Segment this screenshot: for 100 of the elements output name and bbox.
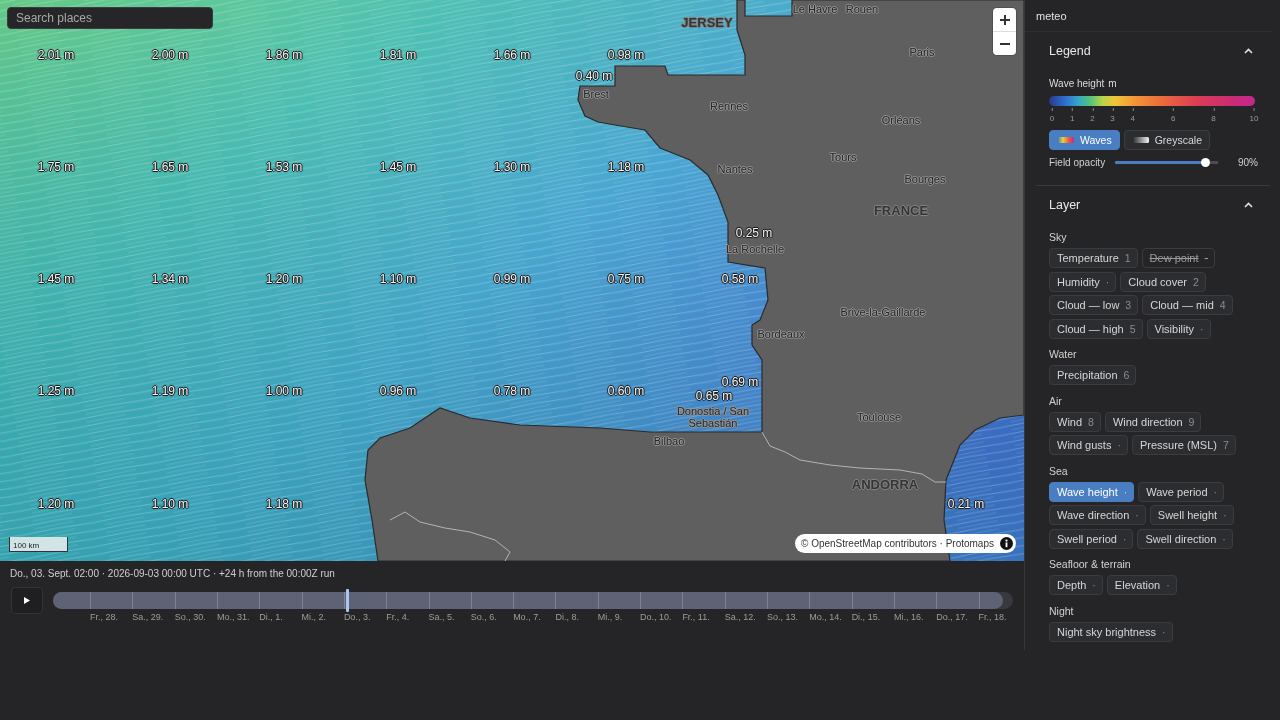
day-label: Fr., 11. [682, 612, 710, 623]
wave-height-label: 0.96 m [379, 385, 417, 399]
layer-chip[interactable]: Temperature 1 [1049, 248, 1138, 268]
day-label: So., 13. [767, 612, 799, 623]
wave-height-label: 0.65 m [695, 390, 733, 404]
wave-height-label: 1.19 m [151, 385, 189, 399]
layer-chip[interactable]: Swell height · [1149, 505, 1234, 525]
day-label: Di., 15. [851, 612, 881, 623]
layer-chip[interactable]: Visibility · [1146, 318, 1211, 339]
shortcut-key: 7 [1222, 439, 1229, 451]
shortcut-key: · [1222, 532, 1226, 545]
layer-chip[interactable]: Wave period · [1138, 481, 1225, 502]
opacity-label: Field opacity [1049, 156, 1107, 168]
search-field[interactable]: Search places [7, 7, 213, 29]
day-label: Mi., 16. [893, 612, 924, 623]
scale-tick-label: 4 [1130, 108, 1135, 123]
chevron-up-icon [1244, 48, 1253, 54]
zoom-out-button[interactable] [993, 31, 1016, 55]
shortcut-key: 6 [1123, 369, 1130, 381]
group-label: Air [1049, 394, 1063, 407]
wave-height-label: 1.00 m [265, 385, 303, 399]
layer-chip[interactable]: Swell period · [1049, 528, 1134, 549]
shortcut-key: 1 [1124, 252, 1131, 264]
wave-height-label: 1.18 m [265, 498, 303, 512]
slider-thumb[interactable] [1201, 157, 1211, 167]
group-label: Seafloor & terrain [1049, 558, 1132, 570]
gradient-swatch-icon [1131, 137, 1149, 143]
shortcut-key: · [1092, 579, 1096, 591]
layer-chip[interactable]: Wind direction 9 [1104, 411, 1202, 432]
shortcut-key: · [1123, 485, 1128, 498]
wave-height-label: 0.78 m [493, 385, 531, 399]
wave-height-label: 1.30 m [493, 161, 531, 175]
day-label: Fr., 4. [386, 612, 410, 623]
layer-chip[interactable]: Depth · [1049, 575, 1103, 595]
play-button[interactable] [11, 587, 43, 614]
city-label: Brest [583, 87, 609, 101]
wave-height-label: 0.98 m [607, 49, 645, 63]
layer-chip[interactable]: Cloud cover 2 [1120, 271, 1206, 292]
wave-height-label: 1.25 m [37, 385, 75, 399]
palette-button[interactable]: Waves [1049, 130, 1120, 150]
layer-chip[interactable]: Cloud — low 3 [1049, 295, 1139, 315]
layer-chip[interactable]: Humidity · [1049, 271, 1117, 292]
wave-height-label: 0.75 m [607, 273, 645, 287]
day-label: Mi., 9. [597, 612, 623, 623]
layer-chip[interactable]: Swell direction · [1137, 528, 1233, 549]
day-label: Mi., 2. [301, 612, 327, 623]
layer-chip[interactable]: Wave height · [1049, 481, 1135, 502]
layer-chip[interactable]: Cloud — high 5 [1049, 318, 1143, 339]
forecast-time-label: Do., 03. Sept. 02:00 · 2026-09-03 00:00 UTC · +24 h from the 00:00Z run [10, 567, 336, 581]
day-label: Sa., 29. [132, 612, 164, 623]
day-label: Di., 1. [259, 612, 283, 623]
palette-button[interactable]: Greyscale [1123, 130, 1210, 150]
shortcut-key: · [1122, 532, 1127, 545]
group-label: Sky [1049, 231, 1068, 243]
layer-chip[interactable]: Night sky brightness · [1049, 621, 1173, 642]
shortcut-key: · [1200, 322, 1204, 335]
shortcut-key: 8 [1088, 415, 1094, 428]
wave-height-label: 1.10 m [379, 273, 417, 287]
layer-chip[interactable]: Elevation · [1106, 575, 1177, 595]
day-label: Fr., 18. [978, 612, 1007, 623]
wave-height-label: 0.25 m [735, 227, 773, 241]
wave-height-label: 2.01 m [37, 49, 75, 63]
wave-height-label: 1.45 m [379, 161, 417, 175]
city-label: Bilbao [653, 434, 685, 448]
city-label: Donostia / San Sebastián [675, 404, 751, 430]
day-label: Do., 17. [936, 612, 968, 623]
info-icon[interactable] [1000, 537, 1013, 550]
section-toggle[interactable]: Layer [1049, 192, 1258, 218]
layer-chip[interactable]: Precipitation 6 [1049, 365, 1137, 385]
shortcut-key: · [1166, 579, 1170, 591]
wave-height-label: 1.66 m [493, 49, 531, 63]
plus-icon [999, 14, 1010, 25]
scale-tick-label: 3 [1110, 108, 1115, 123]
shortcut-key: 5 [1129, 322, 1136, 335]
zoom-in-button[interactable] [993, 8, 1016, 31]
app-title: meteo [1036, 9, 1067, 22]
timeline-slider[interactable] [53, 589, 1013, 612]
wave-height-label: 1.20 m [265, 273, 303, 287]
day-label: So., 6. [470, 612, 497, 623]
shortcut-key: 2 [1193, 275, 1199, 288]
layer-chip[interactable]: Wind gusts · [1049, 435, 1128, 455]
play-icon [24, 597, 30, 604]
group-label: Night [1049, 604, 1075, 617]
day-label: Do., 3. [343, 612, 371, 623]
wave-height-label: 1.81 m [379, 49, 417, 63]
shortcut-key: · [1117, 439, 1121, 451]
layer-chip[interactable]: Pressure (MSL) 7 [1131, 435, 1236, 455]
timeline-thumb[interactable] [345, 589, 349, 612]
city-label: Rouen [845, 2, 879, 16]
city-label: Tours [829, 150, 857, 164]
gradient-swatch-icon [1057, 137, 1074, 143]
wave-height-label: 1.75 m [37, 161, 75, 175]
section-toggle[interactable]: Legend [1049, 38, 1258, 64]
country-label: JERSEY [681, 15, 733, 31]
layer-chip[interactable]: Cloud — mid 4 [1142, 295, 1233, 315]
day-label: Mo., 14. [809, 612, 842, 623]
shortcut-key: · [1223, 509, 1227, 521]
layer-chip[interactable]: Wave direction · [1049, 505, 1146, 525]
scale-tick-label: 10 [1249, 108, 1259, 123]
layer-chip[interactable]: Wind 8 [1049, 411, 1101, 432]
